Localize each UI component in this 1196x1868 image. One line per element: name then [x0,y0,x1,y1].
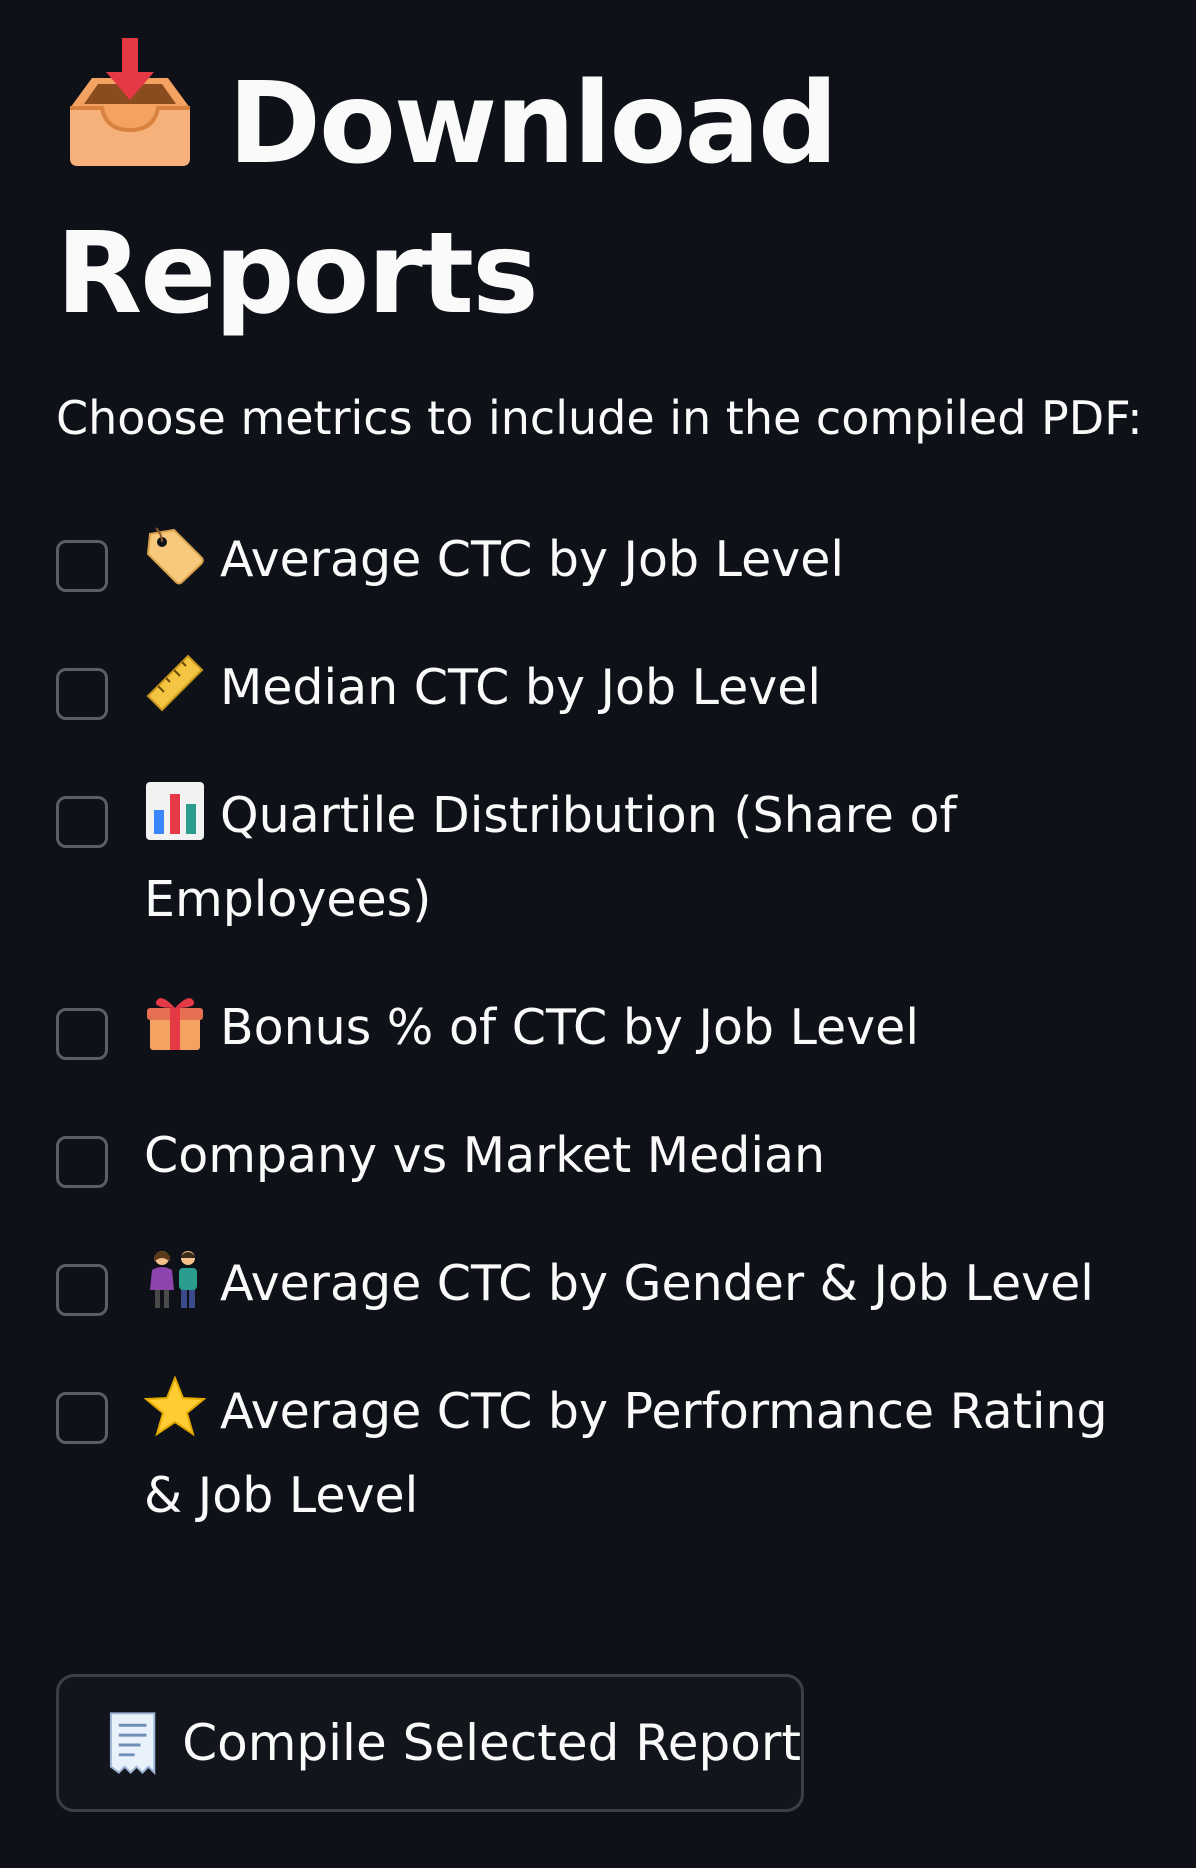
checkbox[interactable] [56,540,108,592]
checkbox[interactable] [56,1264,108,1316]
option-average-ctc-by-job-level[interactable]: Average CTC by Job Level [56,527,1136,602]
page-title: Download Reports [56,0,956,349]
option-quartile-distribution[interactable]: Quartile Distribution (Share of Employee… [56,782,1136,942]
compile-button-label: Compile Selected Report [182,1714,801,1772]
checkbox[interactable] [56,1392,108,1444]
option-label: Median CTC by Job Level [144,646,1124,730]
label-tag-icon [146,527,204,585]
checkbox[interactable] [56,1008,108,1060]
option-label: Average CTC by Job Level [144,518,1124,602]
option-bonus-percent-of-ctc[interactable]: Bonus % of CTC by Job Level [56,998,1136,1070]
checkbox[interactable] [56,668,108,720]
option-label: Quartile Distribution (Share of Employee… [144,774,1124,942]
receipt-icon [109,1712,156,1775]
man-and-woman-icon [150,1251,197,1308]
inbox-tray-icon [70,38,190,166]
option-average-ctc-by-gender[interactable]: Average CTC by Gender & Job Level [56,1251,1136,1326]
option-average-ctc-by-performance-rating[interactable]: Average CTC by Performance Rating & Job … [56,1376,1136,1538]
option-label: Average CTC by Gender & Job Level [144,1242,1124,1326]
checkbox[interactable] [56,1136,108,1188]
option-label: Bonus % of CTC by Job Level [144,986,1124,1070]
metrics-checkbox-list: Average CTC by Job Level Median CTC by J… [56,527,1136,1594]
compile-selected-report-button[interactable]: Compile Selected Report [56,1674,804,1812]
option-label: Company vs Market Median [144,1127,826,1184]
star-icon [144,1376,206,1437]
option-company-vs-market-median[interactable]: Company vs Market Median [56,1126,1136,1198]
option-label: Average CTC by Performance Rating & Job … [144,1370,1124,1538]
ruler-icon [146,654,204,712]
metrics-instruction: Choose metrics to include in the compile… [56,391,1143,445]
option-median-ctc-by-job-level[interactable]: Median CTC by Job Level [56,654,1136,730]
bar-chart-icon [146,782,204,840]
main-container: Download Reports Choose metrics to inclu… [56,0,1176,1812]
checkbox[interactable] [56,796,108,848]
gift-icon [147,998,203,1050]
